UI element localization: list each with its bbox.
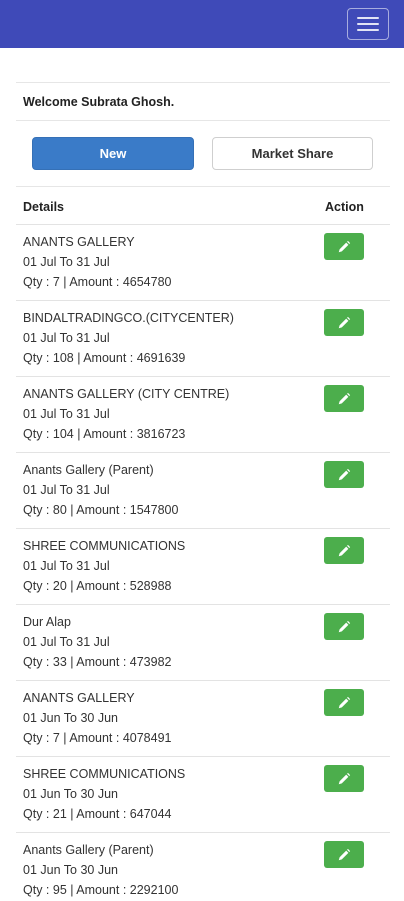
pencil-icon: [338, 544, 351, 556]
store-name: ANANTS GALLERY: [23, 691, 135, 705]
date-range: 01 Jun To 30 Jun: [23, 711, 118, 725]
pencil-icon: [338, 772, 351, 784]
hamburger-menu-icon[interactable]: [347, 8, 389, 40]
pencil-icon: [338, 392, 351, 404]
details-column-header: Details: [23, 200, 64, 214]
date-range: 01 Jun To 30 Jun: [23, 787, 118, 801]
qty-amount: Qty : 7 | Amount : 4654780: [23, 275, 172, 289]
date-range: 01 Jul To 31 Jul: [23, 331, 110, 345]
list-item: Anants Gallery (Parent) 01 Jun To 30 Jun…: [16, 832, 390, 901]
date-range: 01 Jul To 31 Jul: [23, 407, 110, 421]
pencil-icon: [338, 316, 351, 328]
pencil-icon: [338, 240, 351, 252]
list-item: ANANTS GALLERY (CITY CENTRE) 01 Jul To 3…: [16, 376, 390, 453]
store-name: BINDALTRADINGCO.(CITYCENTER): [23, 311, 234, 325]
pencil-icon: [338, 620, 351, 632]
list-item: BINDALTRADINGCO.(CITYCENTER) 01 Jul To 3…: [16, 300, 390, 377]
welcome-message: Welcome Subrata Ghosh.: [23, 95, 175, 109]
list-item: SHREE COMMUNICATIONS 01 Jul To 31 Jul Qt…: [16, 528, 390, 605]
edit-button[interactable]: [324, 537, 364, 564]
date-range: 01 Jul To 31 Jul: [23, 255, 110, 269]
qty-amount: Qty : 33 | Amount : 473982: [23, 655, 172, 669]
divider: [16, 186, 390, 187]
pencil-icon: [338, 468, 351, 480]
store-name: ANANTS GALLERY (CITY CENTRE): [23, 387, 230, 401]
new-button[interactable]: New: [32, 137, 194, 170]
divider: [16, 82, 390, 83]
date-range: 01 Jul To 31 Jul: [23, 559, 110, 573]
store-name: SHREE COMMUNICATIONS: [23, 767, 186, 781]
store-name: Anants Gallery (Parent): [23, 463, 154, 477]
qty-amount: Qty : 104 | Amount : 3816723: [23, 427, 186, 441]
qty-amount: Qty : 95 | Amount : 2292100: [23, 883, 179, 897]
edit-button[interactable]: [324, 385, 364, 412]
store-name: Anants Gallery (Parent): [23, 843, 154, 857]
qty-amount: Qty : 80 | Amount : 1547800: [23, 503, 179, 517]
edit-button[interactable]: [324, 689, 364, 716]
edit-button[interactable]: [324, 233, 364, 260]
qty-amount: Qty : 21 | Amount : 647044: [23, 807, 172, 821]
list-item: Anants Gallery (Parent) 01 Jul To 31 Jul…: [16, 452, 390, 529]
edit-button[interactable]: [324, 461, 364, 488]
store-name: SHREE COMMUNICATIONS: [23, 539, 186, 553]
store-name: ANANTS GALLERY: [23, 235, 135, 249]
divider: [16, 120, 390, 121]
menu-bar: [357, 23, 379, 25]
qty-amount: Qty : 7 | Amount : 4078491: [23, 731, 172, 745]
pencil-icon: [338, 696, 351, 708]
edit-button[interactable]: [324, 841, 364, 868]
date-range: 01 Jul To 31 Jul: [23, 483, 110, 497]
store-name: Dur Alap: [23, 615, 71, 629]
date-range: 01 Jun To 30 Jun: [23, 863, 118, 877]
edit-button[interactable]: [324, 309, 364, 336]
date-range: 01 Jul To 31 Jul: [23, 635, 110, 649]
edit-button[interactable]: [324, 765, 364, 792]
list-item: ANANTS GALLERY 01 Jul To 31 Jul Qty : 7 …: [16, 224, 390, 301]
qty-amount: Qty : 108 | Amount : 4691639: [23, 351, 186, 365]
list-item: Dur Alap 01 Jul To 31 Jul Qty : 33 | Amo…: [16, 604, 390, 681]
menu-bar: [357, 17, 379, 19]
action-column-header: Action: [325, 200, 364, 214]
qty-amount: Qty : 20 | Amount : 528988: [23, 579, 172, 593]
list-item: SHREE COMMUNICATIONS 01 Jun To 30 Jun Qt…: [16, 756, 390, 833]
pencil-icon: [338, 848, 351, 860]
top-navbar: [0, 0, 404, 48]
list-item: ANANTS GALLERY 01 Jun To 30 Jun Qty : 7 …: [16, 680, 390, 757]
menu-bar: [357, 29, 379, 31]
edit-button[interactable]: [324, 613, 364, 640]
market-share-button[interactable]: Market Share: [212, 137, 373, 170]
